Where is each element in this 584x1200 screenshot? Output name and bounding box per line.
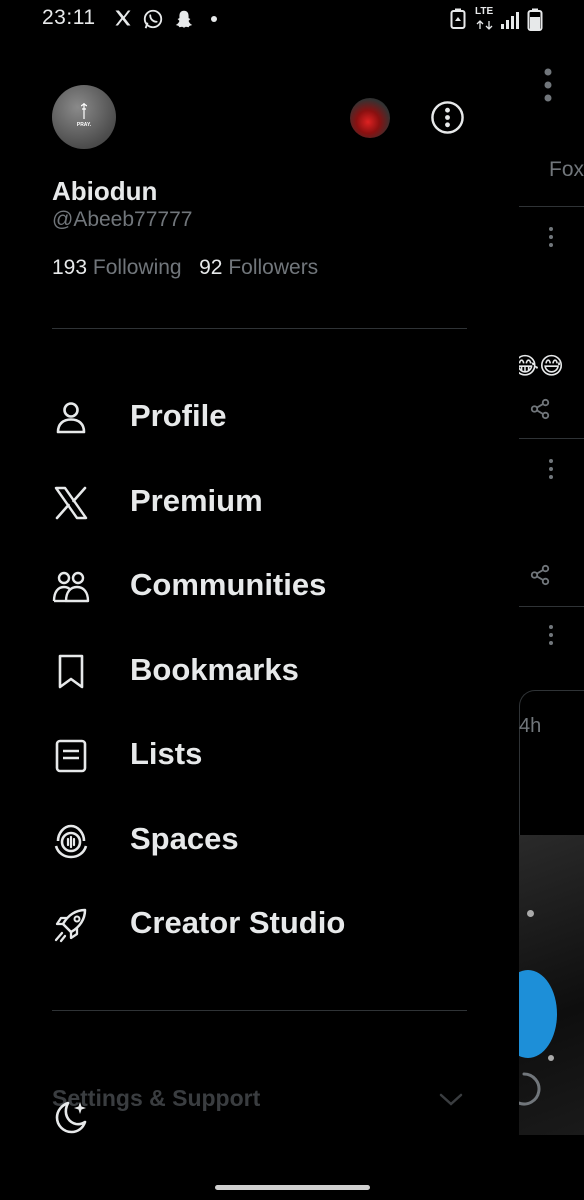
network-type: LTE (475, 6, 494, 17)
dark-mode-icon[interactable] (52, 1098, 90, 1136)
bookmark-icon (58, 654, 84, 688)
account-switcher-avatar[interactable] (350, 98, 390, 138)
post-more-icon[interactable] (547, 624, 555, 646)
divider (52, 328, 467, 329)
menu-item-label: Lists (130, 736, 203, 771)
menu-item-lists[interactable]: Lists (0, 712, 519, 797)
following-count: 193 (52, 256, 88, 279)
menu-item-label: Spaces (130, 820, 239, 856)
menu-item-communities[interactable]: Communities (0, 543, 519, 628)
avatar-text: PRAY. (76, 122, 92, 128)
rocket-icon (54, 908, 87, 943)
navigation-drawer: PRAY. Abiodun @Abeeb77777 193 Following … (0, 40, 519, 1200)
menu-item-profile[interactable]: Profile (0, 374, 519, 459)
status-time: 23:11 (42, 6, 96, 29)
menu-item-label: Bookmarks (130, 651, 299, 687)
list-icon (55, 739, 87, 773)
post-more-icon[interactable] (547, 458, 555, 480)
communities-icon (52, 571, 90, 603)
data-arrows-icon (476, 20, 493, 30)
divider (52, 1010, 467, 1011)
person-icon (56, 402, 86, 434)
notification-dot (211, 16, 217, 22)
timeline-divider (519, 206, 584, 207)
display-name[interactable]: Abiodun (52, 176, 157, 207)
menu-item-label: Premium (130, 482, 263, 518)
avatar[interactable]: PRAY. (52, 85, 116, 149)
post-time-fragment: 4h (519, 715, 542, 737)
post-more-icon[interactable] (547, 226, 555, 248)
status-bar: 23:11 LTE (0, 0, 584, 40)
whatsapp-icon (143, 9, 163, 29)
menu-item-bookmarks[interactable]: Bookmarks (0, 628, 519, 713)
timeline-more-icon[interactable] (542, 68, 554, 102)
following-link[interactable]: 193 Following (52, 256, 182, 279)
menu-item-spaces[interactable]: Spaces (0, 797, 519, 882)
emoji-fragment: 😂😅 (519, 353, 565, 380)
chevron-down-icon[interactable] (438, 1086, 464, 1112)
more-options-icon[interactable] (430, 100, 465, 135)
menu-item-label: Profile (130, 398, 227, 433)
share-icon[interactable] (529, 564, 551, 586)
battery-saver-icon (450, 8, 466, 29)
timeline-divider (519, 606, 584, 607)
gesture-navigation-bar[interactable] (215, 1185, 370, 1190)
menu-item-label: Creator Studio (130, 905, 346, 940)
avatar-symbol-icon (81, 103, 87, 119)
menu-item-premium[interactable]: Premium (0, 459, 519, 544)
follow-stats: 193 Following 92 Followers (52, 256, 318, 280)
spaces-icon (54, 824, 88, 858)
followers-label: Followers (228, 256, 319, 279)
following-label: Following (92, 256, 182, 279)
drawer-menu: Profile Premium Communities Bookmarks Li… (0, 374, 519, 966)
timeline-tab-fragment[interactable]: Fox (549, 158, 584, 182)
user-handle: @Abeeb77777 (52, 208, 193, 231)
x-logo-icon (54, 486, 88, 519)
followers-count: 92 (199, 256, 223, 279)
timeline-background: Fox 😂😅 4h (519, 40, 584, 1200)
loading-spinner-icon (519, 1072, 541, 1106)
followers-link[interactable]: 92 Followers (199, 256, 318, 279)
menu-item-label: Communities (130, 567, 327, 602)
share-icon[interactable] (529, 398, 551, 420)
battery-icon (527, 8, 543, 31)
x-notification-icon (115, 10, 131, 26)
timeline-divider (519, 438, 584, 439)
snapchat-icon (175, 10, 193, 28)
signal-icon (501, 12, 519, 29)
menu-item-creator-studio[interactable]: Creator Studio (0, 881, 519, 966)
